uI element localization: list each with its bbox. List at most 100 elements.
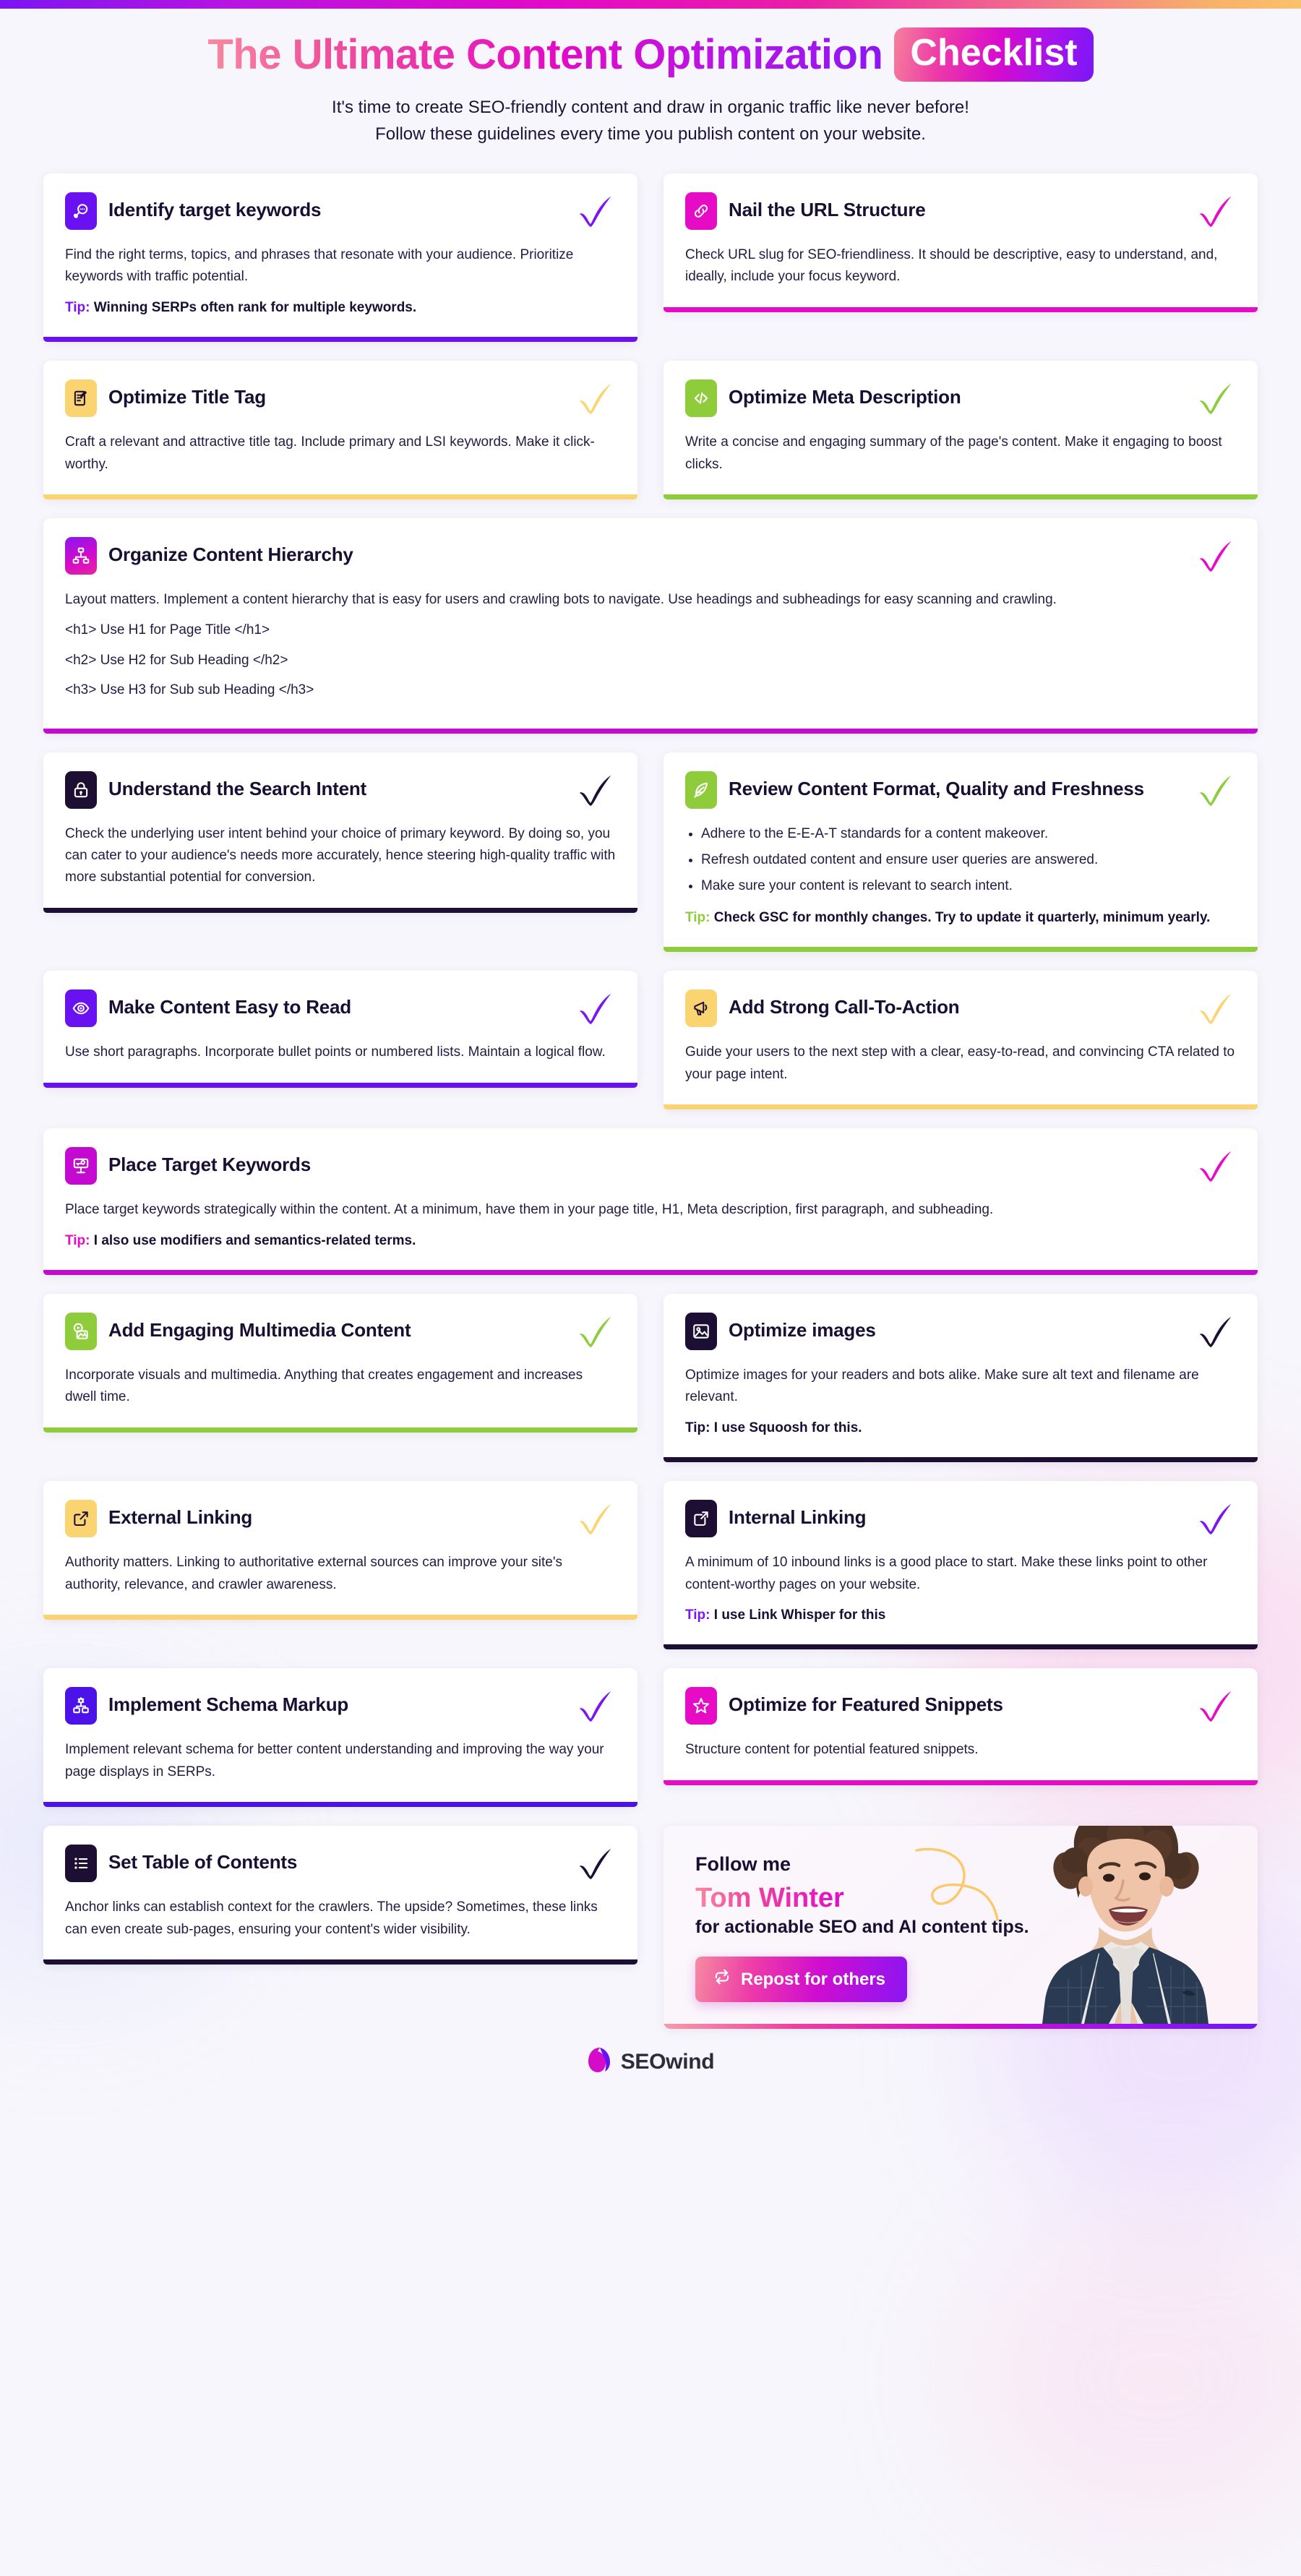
checkmark-icon[interactable]: [1195, 773, 1236, 810]
card-title: Identify target keywords: [108, 199, 322, 221]
subtitle-line-2: Follow these guidelines every time you p…: [375, 124, 926, 144]
card-title: Organize Content Hierarchy: [108, 544, 353, 566]
card-header: Identify target keywords: [65, 192, 616, 231]
checklist-card-wrapper: Optimize for Featured Snippets Structure…: [664, 1668, 1258, 1807]
checklist-card-internal-linking[interactable]: Internal Linking A minimum of 10 inbound…: [664, 1481, 1258, 1650]
checkmark-icon[interactable]: [1195, 194, 1236, 231]
card-tip: Tip: I use Link Whisper for this: [685, 1605, 1236, 1626]
tip-label: Tip:: [65, 299, 90, 315]
checkmark-icon[interactable]: [1195, 1149, 1236, 1186]
card-description: Check the underlying user intent behind …: [65, 825, 616, 885]
card-description: Incorporate visuals and multimedia. Anyt…: [65, 1367, 583, 1405]
internal-link-icon: [685, 1500, 717, 1538]
checkmark-icon[interactable]: [575, 1688, 616, 1726]
checkmark-icon[interactable]: [575, 773, 616, 810]
repost-button[interactable]: Repost for others: [695, 1957, 908, 2003]
checklist-card-nail-the-url-structure[interactable]: Nail the URL Structure Check URL slug fo…: [664, 173, 1258, 312]
list-item: Adhere to the E-E-A-T standards for a co…: [701, 823, 1236, 844]
checkmark-icon[interactable]: [1195, 1314, 1236, 1352]
checklist-card-organize-content-hierarchy[interactable]: Organize Content Hierarchy Layout matter…: [43, 518, 1258, 734]
page-title: The Ultimate Content Optimization Checkl…: [0, 27, 1301, 82]
code-example-line: <h2> Use H2 for Sub Heading </h2>: [65, 652, 288, 668]
checkmark-icon[interactable]: [1195, 381, 1236, 418]
checklist-card-understand-the-search-intent[interactable]: Understand the Search Intent Check the u…: [43, 752, 637, 913]
card-description: Craft a relevant and attractive title ta…: [65, 434, 595, 472]
author-follow-card[interactable]: Follow me Tom Winter for actionable SEO …: [664, 1826, 1258, 2030]
checklist-card-external-linking[interactable]: External Linking Authority matters. Link…: [43, 1481, 637, 1620]
card-description: Authority matters. Linking to authoritat…: [65, 1555, 562, 1592]
checklist-card-add-engaging-multimedia-content[interactable]: Add Engaging Multimedia Content Incorpor…: [43, 1293, 637, 1433]
external-link-icon: [65, 1500, 97, 1538]
schema-gear-icon: [65, 1687, 97, 1725]
code-example-line: <h3> Use H3 for Sub sub Heading </h3>: [65, 682, 314, 698]
checkmark-icon[interactable]: [1195, 538, 1236, 576]
checkmark-icon[interactable]: [575, 381, 616, 418]
checklist-card-wrapper: Organize Content Hierarchy Layout matter…: [43, 518, 1258, 734]
card-accent-bar: [664, 1104, 1258, 1110]
checklist-card-wrapper: Implement Schema Markup Implement releva…: [43, 1668, 637, 1808]
card-tip: Tip: I also use modifiers and semantics-…: [65, 1230, 1236, 1251]
card-title: Understand the Search Intent: [108, 777, 367, 799]
card-accent-bar: [43, 1427, 637, 1433]
checkmark-icon[interactable]: [575, 194, 616, 231]
checklist-card-wrapper: Nail the URL Structure Check URL slug fo…: [664, 173, 1258, 342]
checklist-card-wrapper: Understand the Search Intent Check the u…: [43, 752, 637, 953]
card-content: Set Table of Contents Anchor links can e…: [65, 1845, 616, 1959]
code-tag-icon: [685, 379, 717, 418]
checklist-card-optimize-images[interactable]: Optimize images Optimize images for your…: [664, 1293, 1258, 1463]
card-body: Check URL slug for SEO-friendliness. It …: [685, 244, 1236, 288]
card-body: Guide your users to the next step with a…: [685, 1042, 1236, 1086]
card-header: External Linking: [65, 1500, 616, 1539]
tip-label: Tip:: [65, 1232, 90, 1248]
checklist-card-make-content-easy-to-read[interactable]: Make Content Easy to Read Use short para…: [43, 971, 637, 1088]
checklist-card-optimize-meta-description[interactable]: Optimize Meta Description Write a concis…: [664, 361, 1258, 500]
checklist-card-wrapper: Make Content Easy to Read Use short para…: [43, 971, 637, 1109]
checkmark-icon[interactable]: [575, 991, 616, 1029]
keyword-placement-icon: [65, 1147, 97, 1185]
search-keyword-icon: [65, 192, 97, 231]
checklist-card-implement-schema-markup[interactable]: Implement Schema Markup Implement releva…: [43, 1668, 637, 1808]
card-title: Make Content Easy to Read: [108, 996, 351, 1018]
squiggle-decoration: [915, 1848, 999, 1921]
checkmark-icon[interactable]: [1195, 1688, 1236, 1726]
card-body: Structure content for potential featured…: [685, 1739, 1236, 1761]
card-body: Place target keywords strategically with…: [65, 1199, 1236, 1251]
checklist-card-identify-target-keywords[interactable]: Identify target keywords Find the right …: [43, 173, 637, 343]
card-content: Review Content Format, Quality and Fresh…: [685, 770, 1236, 948]
card-body: Anchor links can establish context for t…: [65, 1897, 616, 1941]
checklist-card-review-content-format-quality-and-freshness[interactable]: Review Content Format, Quality and Fresh…: [664, 752, 1258, 953]
checkmark-icon[interactable]: [575, 1314, 616, 1352]
checkmark-icon[interactable]: [1195, 1501, 1236, 1539]
tip-text: I use Squoosh for this.: [713, 1420, 862, 1435]
card-content: Internal Linking A minimum of 10 inbound…: [685, 1500, 1236, 1644]
page-header: The Ultimate Content Optimization Checkl…: [0, 9, 1301, 160]
card-accent-bar: [43, 1082, 637, 1088]
card-accent-bar: [43, 1614, 637, 1620]
checkmark-icon[interactable]: [575, 1501, 616, 1539]
repost-button-label: Repost for others: [741, 1969, 886, 1989]
checklist-card-optimize-for-featured-snippets[interactable]: Optimize for Featured Snippets Structure…: [664, 1668, 1258, 1785]
card-body: Use short paragraphs. Incorporate bullet…: [65, 1042, 616, 1063]
card-accent-bar: [43, 728, 1258, 734]
checklist-card-place-target-keywords[interactable]: Place Target Keywords Place target keywo…: [43, 1128, 1258, 1275]
card-title: Optimize Title Tag: [108, 386, 266, 408]
card-tip: Tip: Winning SERPs often rank for multip…: [65, 297, 616, 318]
card-description: Write a concise and engaging summary of …: [685, 434, 1222, 472]
checkmark-icon[interactable]: [575, 1846, 616, 1884]
checklist-card-set-table-of-contents[interactable]: Set Table of Contents Anchor links can e…: [43, 1826, 637, 1965]
tip-text: Winning SERPs often rank for multiple ke…: [93, 299, 417, 315]
card-body: Adhere to the E-E-A-T standards for a co…: [685, 823, 1236, 929]
card-description: Structure content for potential featured…: [685, 1742, 979, 1758]
checklist-card-wrapper: Place Target Keywords Place target keywo…: [43, 1128, 1258, 1275]
checklist-card-optimize-title-tag[interactable]: Optimize Title Tag Craft a relevant and …: [43, 361, 637, 500]
card-content: Optimize Title Tag Craft a relevant and …: [65, 379, 616, 494]
author-content: Follow me Tom Winter for actionable SEO …: [664, 1826, 1258, 2025]
card-description: Guide your users to the next step with a…: [685, 1044, 1235, 1082]
card-content: External Linking Authority matters. Link…: [65, 1500, 616, 1615]
card-title: External Linking: [108, 1506, 253, 1529]
tip-label: Tip:: [685, 1607, 710, 1623]
seowind-logo-icon: [587, 2046, 613, 2077]
card-header: Internal Linking: [685, 1500, 1236, 1539]
checklist-card-add-strong-call-to-action[interactable]: Add Strong Call-To-Action Guide your use…: [664, 971, 1258, 1110]
checkmark-icon[interactable]: [1195, 991, 1236, 1029]
